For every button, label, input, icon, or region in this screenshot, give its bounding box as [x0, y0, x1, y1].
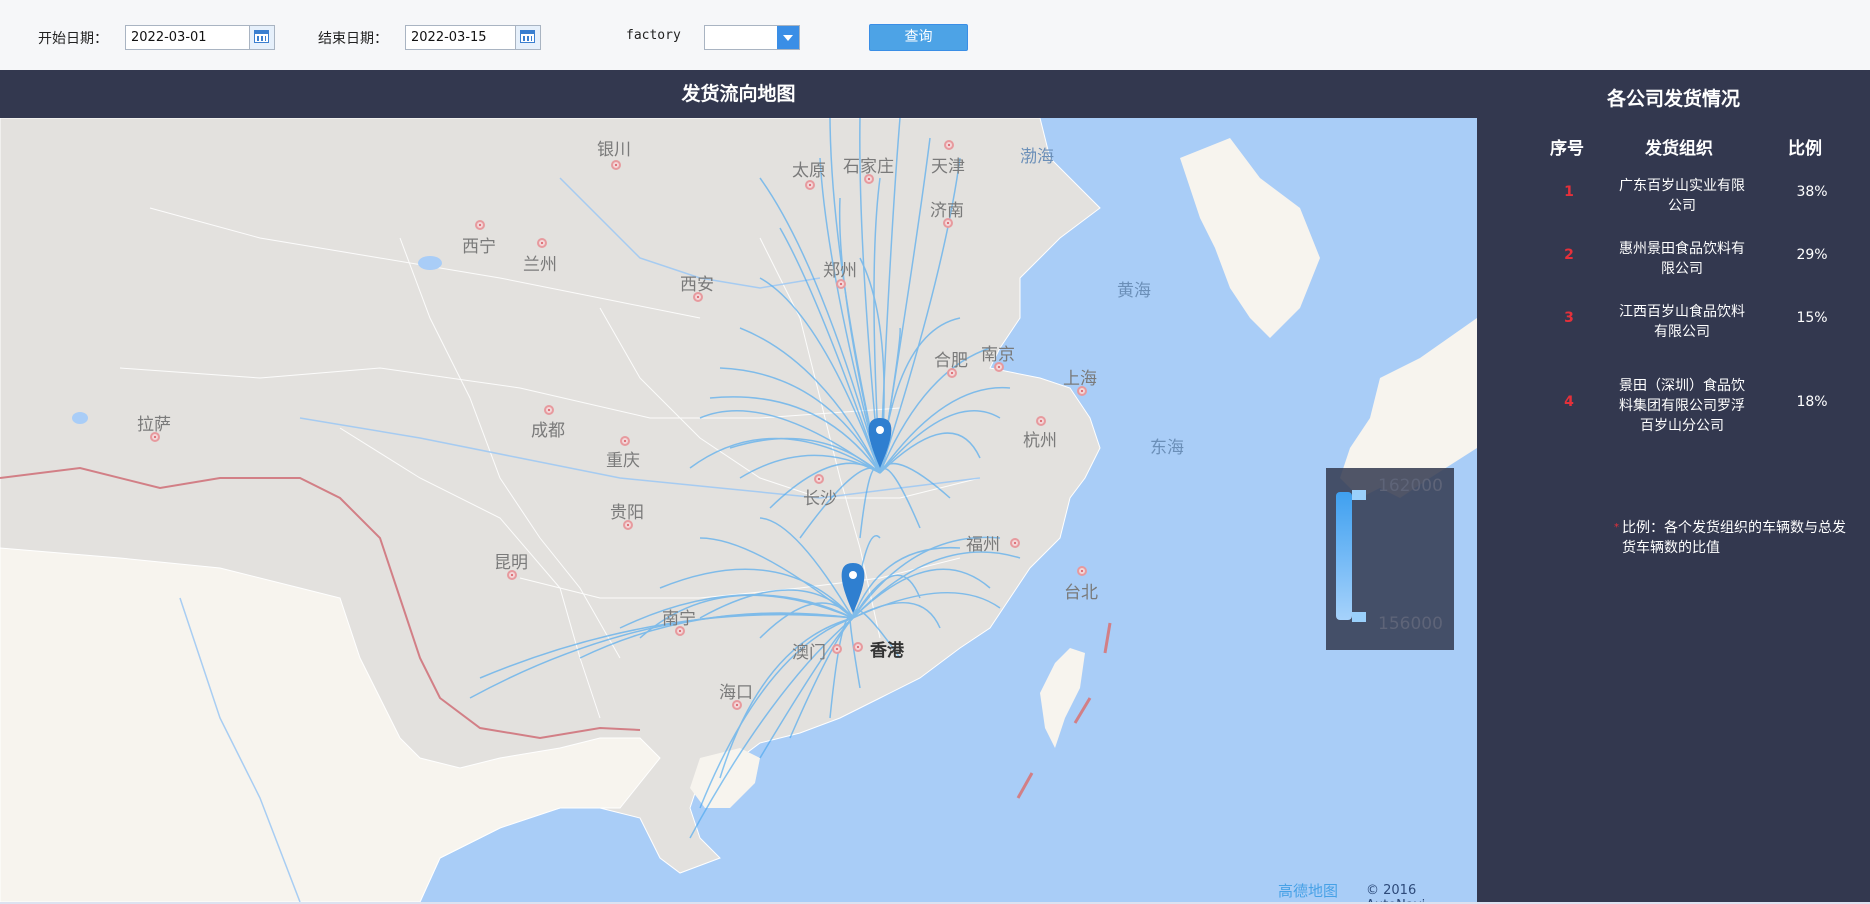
filter-toolbar: 开始日期： 结束日期： factory 查询 — [0, 0, 1870, 70]
row-index: 4 — [1564, 394, 1574, 410]
city-marker — [675, 626, 685, 636]
city-label: 杭州 — [1023, 431, 1057, 451]
city-label: 成都 — [531, 421, 565, 441]
legend-gradient-bar — [1336, 492, 1352, 620]
row-ratio: 18% — [1796, 394, 1828, 410]
city-label: 西宁 — [462, 237, 496, 257]
col-header-index: 序号 — [1550, 139, 1584, 159]
map-canvas[interactable]: 渤海 黄海 东海 银川 太原 石家庄 天津 西宁 兰州 济南 郑州 西安 合肥 … — [0, 118, 1477, 902]
start-date-input[interactable] — [126, 26, 246, 49]
row-org: 景田（深圳）食品饮料集团有限公司罗浮百岁山分公司 — [1619, 378, 1745, 434]
start-date-field[interactable] — [125, 25, 275, 50]
city-marker — [507, 570, 517, 580]
land-taiwan — [1040, 648, 1085, 748]
city-marker — [623, 520, 633, 530]
map-base — [0, 118, 1477, 902]
query-button[interactable]: 查询 — [869, 24, 968, 51]
row-index: 2 — [1564, 247, 1574, 263]
city-marker — [836, 279, 846, 289]
chevron-down-icon[interactable] — [777, 26, 799, 49]
row-ratio: 38% — [1796, 184, 1828, 200]
city-label: 兰州 — [523, 255, 557, 275]
row-org: 江西百岁山食品饮料有限公司 — [1619, 304, 1745, 340]
city-marker — [537, 238, 547, 248]
city-marker — [732, 700, 742, 710]
city-marker — [1077, 386, 1087, 396]
note-marker: * — [1614, 522, 1619, 533]
legend-min-value: 156000 — [1378, 614, 1443, 634]
city-label: 台北 — [1064, 583, 1098, 603]
city-label: 重庆 — [606, 451, 640, 471]
sea-label-bohai: 渤海 — [1020, 147, 1054, 167]
city-label: 银川 — [597, 140, 631, 160]
city-label: 太原 — [792, 161, 826, 181]
row-index: 3 — [1564, 310, 1574, 326]
city-label: 长沙 — [803, 489, 837, 509]
end-date-label: 结束日期： — [318, 31, 388, 47]
calendar-icon — [254, 30, 269, 43]
city-label: 天津 — [931, 157, 965, 177]
city-marker — [620, 436, 630, 446]
legend-max-value: 162000 — [1378, 476, 1443, 496]
city-marker — [1010, 538, 1020, 548]
city-marker — [150, 432, 160, 442]
sea-label-donghai: 东海 — [1150, 438, 1184, 458]
city-marker — [1036, 416, 1046, 426]
city-marker — [544, 405, 554, 415]
factory-select[interactable] — [704, 25, 800, 50]
sea-label-huanghai: 黄海 — [1117, 281, 1151, 301]
end-calendar-button[interactable] — [515, 26, 540, 49]
city-label: 福州 — [966, 535, 1000, 555]
city-marker — [947, 368, 957, 378]
panel-title: 各公司发货情况 — [1606, 88, 1740, 110]
city-marker — [853, 642, 863, 652]
city-marker — [994, 362, 1004, 372]
city-label: 郑州 — [823, 261, 857, 281]
calendar-icon — [520, 30, 535, 43]
city-marker — [1077, 566, 1087, 576]
company-panel: 各公司发货情况 序号 发货组织 比例 1 广东百岁山实业有限公司 38% 2 惠… — [1477, 70, 1870, 902]
city-marker — [475, 220, 485, 230]
city-marker — [864, 174, 874, 184]
map-copyright: © 2016 AutoNavi — [1366, 883, 1425, 902]
factory-label: factory — [626, 28, 681, 43]
end-date-input[interactable] — [406, 26, 516, 49]
city-marker — [805, 180, 815, 190]
city-marker — [944, 140, 954, 150]
city-marker — [611, 160, 621, 170]
start-date-label: 开始日期： — [38, 31, 108, 47]
ratio-note: 比例：各个发货组织的车辆数与总发货车辆数的比值 — [1622, 520, 1846, 556]
city-marker — [693, 292, 703, 302]
city-marker — [943, 218, 953, 228]
end-date-field[interactable] — [405, 25, 541, 50]
city-label: 澳门 — [792, 643, 826, 663]
map-title: 发货流向地图 — [0, 70, 1477, 118]
row-ratio: 15% — [1796, 310, 1828, 326]
row-org: 惠州景田食品饮料有限公司 — [1619, 241, 1745, 277]
col-header-org: 发货组织 — [1645, 139, 1713, 159]
row-ratio: 29% — [1796, 247, 1828, 263]
city-marker — [814, 474, 824, 484]
row-org: 广东百岁山实业有限公司 — [1619, 178, 1745, 214]
legend-max-handle[interactable] — [1352, 490, 1366, 500]
legend-min-handle[interactable] — [1352, 612, 1366, 622]
city-label: 香港 — [870, 641, 904, 661]
value-legend: 162000 156000 — [1326, 468, 1454, 650]
map-logo: 高德地图 — [1278, 882, 1339, 900]
map-panel: 发货流向地图 渤海 黄海 东海 银川 太原 石家庄 天津 西宁 兰州 济南 郑州… — [0, 70, 1477, 902]
city-marker — [832, 644, 842, 654]
start-calendar-button[interactable] — [249, 26, 274, 49]
row-index: 1 — [1564, 184, 1574, 200]
land-korea — [1180, 138, 1320, 338]
col-header-ratio: 比例 — [1788, 139, 1822, 159]
